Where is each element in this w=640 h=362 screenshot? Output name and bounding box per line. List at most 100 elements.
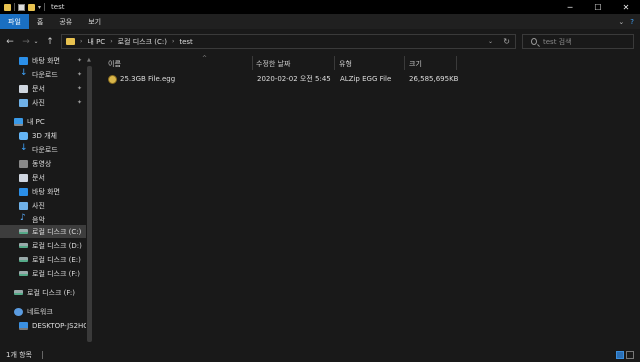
sidebar-item-label: 로컬 디스크 (C:) [32,227,82,236]
window-title: test [51,3,65,11]
ribbon-tabs: 파일 홈 공유 보기 ⌄ ? [0,14,640,29]
search-input[interactable] [543,37,633,46]
column-divider[interactable] [252,56,253,70]
sort-indicator-icon: ^ [202,54,208,62]
pin-icon: ✦ [76,71,82,78]
sidebar-item-label: 바탕 화면 [32,56,60,65]
tab-home[interactable]: 홈 [29,14,51,29]
close-button[interactable]: ✕ [612,0,640,14]
minimize-button[interactable]: ─ [556,0,584,14]
recent-locations-chevron-icon[interactable]: ⌄ [32,38,40,45]
details-view-icon[interactable] [616,351,624,359]
sidebar-item-label: 로컬 디스크 (F:) [27,288,75,297]
sidebar-item-local-disk-e[interactable]: 로컬 디스크 (E:) [0,253,86,266]
sidebar-item-label: 로컬 디스크 (F:) [32,269,80,278]
title-bar: ▾ test ─ ☐ ✕ [0,0,640,14]
sidebar-item-label: 바탕 화면 [32,187,60,196]
download-icon [19,68,28,79]
sidebar-item-label: 네트워크 [27,307,53,316]
breadcrumb-chevron-icon[interactable]: › [172,38,174,45]
navigation-bar: ← → ⌄ ↑ › 내 PC › 로컬 디스크 (C:) › test ⌄ ↻ [0,29,640,54]
sidebar-item-pictures[interactable]: 사진 ✦ [0,96,86,109]
scroll-up-icon[interactable]: ▲ [87,57,91,63]
sidebar-item-desktop-pc[interactable]: 바탕 화면 [0,185,86,198]
file-date: 2020-02-02 오전 5:45 [257,75,331,83]
column-header-date[interactable]: 수정한 날짜 [256,58,290,70]
pin-icon: ✦ [76,99,82,106]
sidebar-item-local-disk-c[interactable]: 로컬 디스크 (C:) [0,225,86,238]
breadcrumb-this-pc[interactable]: 내 PC [87,37,105,47]
breadcrumb-local-disk-c[interactable]: 로컬 디스크 (C:) [118,37,167,47]
maximize-button[interactable]: ☐ [584,0,612,14]
tab-file[interactable]: 파일 [0,14,29,29]
tab-share[interactable]: 공유 [51,14,80,29]
address-dropdown-chevron-icon[interactable]: ⌄ [488,38,493,45]
egg-archive-icon [108,74,117,84]
tab-view[interactable]: 보기 [80,14,109,29]
sidebar-item-documents[interactable]: 문서 ✦ [0,82,86,95]
view-toggle [616,351,634,359]
download-icon [19,143,28,154]
large-icons-view-icon[interactable] [626,351,634,359]
sidebar-item-downloads-pc[interactable]: 다운로드 [0,143,86,156]
pictures-icon [19,201,28,210]
sidebar-item-desktop-computer[interactable]: DESKTOP-JS2HO [0,319,86,332]
sidebar-item-label: 문서 [32,173,45,182]
sidebar-item-network[interactable]: 네트워크 [0,305,86,318]
music-icon [19,213,28,224]
sidebar-item-desktop[interactable]: 바탕 화면 ✦ [0,54,86,67]
pc-icon [14,117,23,126]
sidebar-item-3d-objects[interactable]: 3D 개체 [0,129,86,142]
drive-icon [19,271,28,276]
file-name-cell[interactable]: 25.3GB File.egg [108,73,175,85]
properties-icon[interactable] [18,3,25,11]
sidebar-item-label: 음악 [32,215,45,224]
file-type: ALZip EGG File [340,75,392,83]
ribbon-right-controls: ⌄ ? [618,14,634,29]
column-header-size[interactable]: 크기 [409,58,422,70]
separator [14,3,15,11]
table-row[interactable]: 25.3GB File.egg 2020-02-02 오전 5:45 ALZip… [104,73,458,85]
breadcrumb-chevron-icon[interactable]: › [80,38,82,45]
folder-icon [66,38,75,45]
sidebar-item-pictures-pc[interactable]: 사진 [0,199,86,212]
column-header-name[interactable]: 이름 [108,58,121,70]
search-box[interactable] [522,34,634,49]
new-folder-icon[interactable] [28,3,35,11]
3d-objects-icon [19,131,28,140]
file-list: 이름 ^ 수정한 날짜 유형 크기 25.3GB File.egg 2020-0… [100,54,640,348]
customize-toolbar-chevron-icon[interactable]: ▾ [38,4,41,11]
sidebar-item-label: 다운로드 [32,145,58,154]
breadcrumb-test[interactable]: test [179,38,192,46]
sidebar-scrollbar[interactable] [87,66,92,342]
column-divider[interactable] [334,56,335,70]
column-divider[interactable] [456,56,457,70]
sidebar-item-drive-f[interactable]: 로컬 디스크 (F:) [0,286,86,299]
search-icon [531,38,537,45]
sidebar-item-local-disk-f[interactable]: 로컬 디스크 (F:) [0,267,86,280]
address-bar[interactable]: › 내 PC › 로컬 디스크 (C:) › test ⌄ ↻ [61,34,516,49]
computer-icon [19,321,28,330]
drive-icon [19,229,28,234]
pin-icon: ✦ [76,57,82,64]
sidebar-item-label: 사진 [32,201,45,210]
sidebar-item-label: 로컬 디스크 (D:) [32,241,82,250]
sidebar-item-local-disk-d[interactable]: 로컬 디스크 (D:) [0,239,86,252]
sidebar-item-this-pc[interactable]: 내 PC [0,115,86,128]
back-button[interactable]: ← [4,37,16,47]
sidebar-item-documents-pc[interactable]: 문서 [0,171,86,184]
network-icon [14,307,23,316]
up-button[interactable]: ↑ [44,37,56,47]
sidebar-item-videos[interactable]: 동영상 [0,157,86,170]
refresh-icon[interactable]: ↻ [503,37,510,46]
sidebar-item-downloads[interactable]: 다운로드 ✦ [0,68,86,81]
column-header-type[interactable]: 유형 [339,58,352,70]
status-bar: 1개 항목 [0,348,640,362]
expand-ribbon-chevron-icon[interactable]: ⌄ [618,18,624,26]
desktop-icon [19,187,28,196]
forward-button[interactable]: → [20,37,32,47]
breadcrumb-chevron-icon[interactable]: › [110,38,112,45]
documents-icon [19,173,28,182]
column-divider[interactable] [404,56,405,70]
help-icon[interactable]: ? [630,18,634,26]
